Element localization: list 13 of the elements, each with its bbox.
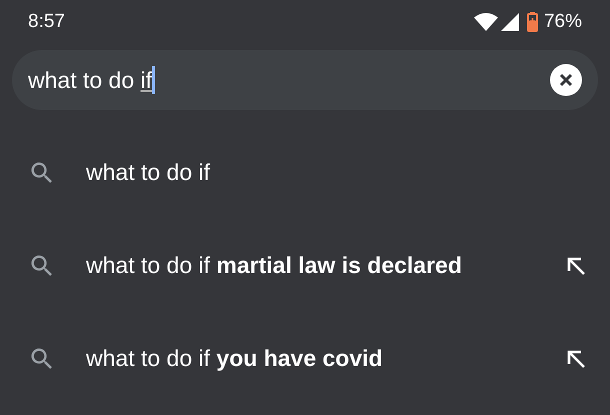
arrow-icon[interactable]	[566, 256, 586, 276]
search-field[interactable]: what to do if	[12, 50, 598, 110]
clear-button[interactable]	[550, 64, 582, 96]
status-time: 8:57	[28, 11, 66, 33]
suggestion-item[interactable]: what to do if martial law is declared	[28, 252, 566, 280]
suggestion-item[interactable]: what to do if you have covid	[28, 344, 566, 372]
wifi-icon	[474, 13, 498, 31]
battery-icon	[526, 12, 538, 32]
close-icon	[559, 73, 573, 87]
arrow-icon[interactable]	[566, 348, 586, 368]
signal-icon	[500, 13, 519, 31]
suggestion-item[interactable]: what to do if	[28, 158, 586, 186]
battery-percentage: 76%	[544, 11, 582, 33]
